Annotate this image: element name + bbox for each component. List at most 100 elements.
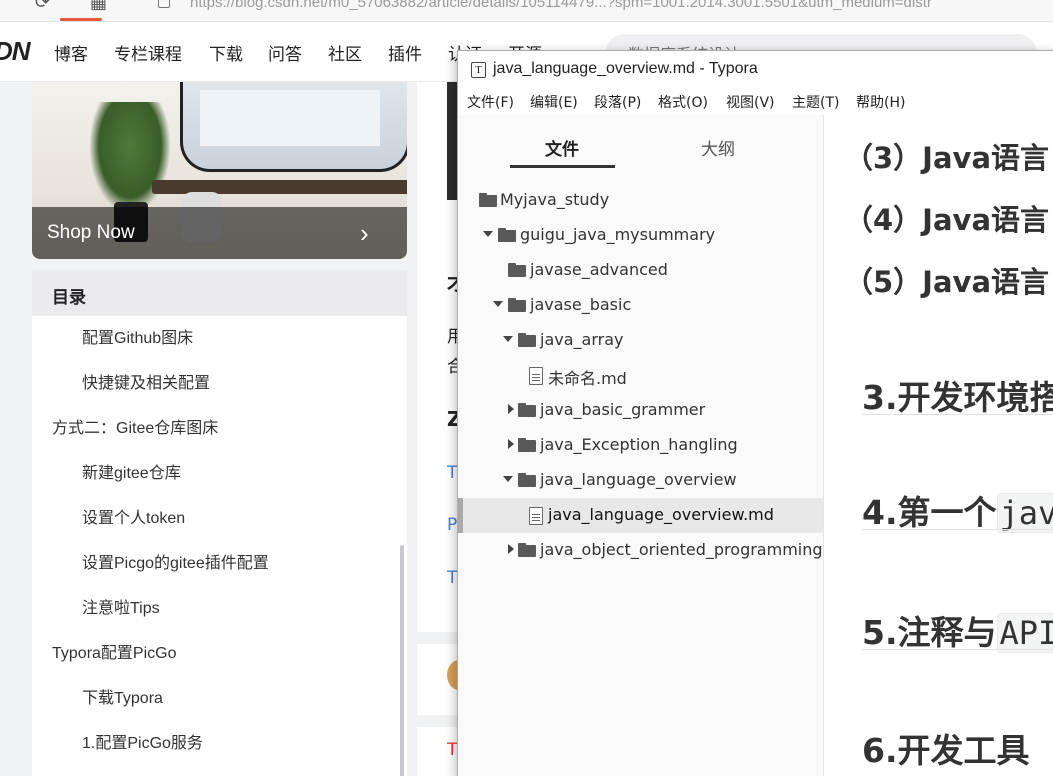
typora-titlebar[interactable]: T java_language_overview.md - Typora	[458, 51, 1053, 89]
heading-2[interactable]: 5.注释与API	[862, 606, 1053, 654]
url-field[interactable]: https://blog.csdn.net/m0_57063882/articl…	[190, 0, 932, 11]
toc-item[interactable]: 配置Github图床	[82, 324, 193, 348]
article-link-fragment[interactable]: P	[447, 515, 457, 535]
tree-label: java_object_oriented_programming	[540, 540, 823, 559]
nav-plugins[interactable]: 插件	[388, 40, 422, 65]
folder-icon	[508, 298, 526, 312]
file-sidebar: 文件 大纲 Myjava_study guigu_java_mysummary …	[458, 115, 824, 776]
toc-title: 目录	[32, 270, 407, 316]
tree-folder-javase-advanced[interactable]: javase_advanced	[458, 253, 823, 288]
toc-item[interactable]: 注意啦Tips	[82, 594, 160, 618]
heading-2-code: API	[996, 613, 1053, 653]
menu-theme[interactable]: 主题(T)	[792, 92, 839, 112]
ad-banner[interactable]: Shop Now ›	[32, 82, 407, 259]
toc-item[interactable]: 设置Picgo的gitee插件配置	[82, 549, 269, 573]
menu-file[interactable]: 文件(F)	[467, 92, 514, 112]
tree-folder-java-exception[interactable]: java_Exception_hangling	[458, 428, 823, 463]
tree-label: java_array	[540, 330, 624, 349]
browser-address-bar: ⟳ ▦ https://blog.csdn.net/m0_57063882/ar…	[0, 0, 1053, 22]
monitor-screen-image	[200, 90, 380, 146]
toc-item[interactable]: 设置个人token	[82, 504, 185, 528]
toc-item[interactable]: Typora配置PicGo	[52, 639, 177, 663]
tree-file-untitled[interactable]: 未命名.md	[458, 358, 823, 393]
nav-blog[interactable]: 博客	[54, 40, 88, 65]
menu-view[interactable]: 视图(V)	[726, 92, 775, 112]
menu-help[interactable]: 帮助(H)	[856, 92, 905, 112]
tree-label: 未命名.md	[548, 369, 627, 388]
heading-underline	[862, 414, 1053, 415]
active-tab-underline	[510, 165, 615, 168]
tab-files[interactable]: 文件	[545, 135, 579, 160]
heading-2-text: 4.第一个	[862, 493, 997, 532]
chevron-down-icon[interactable]	[493, 301, 503, 307]
tree-folder-myjava-study[interactable]: Myjava_study	[458, 183, 823, 218]
folder-icon	[479, 193, 497, 207]
nav-community[interactable]: 社区	[328, 40, 362, 65]
chevron-right-icon[interactable]	[508, 439, 514, 449]
heading-2[interactable]: 4.第一个java	[862, 486, 1053, 534]
typora-app-icon: T	[471, 62, 486, 78]
menu-format[interactable]: 格式(O)	[658, 92, 708, 112]
heading-3[interactable]: （3）Java语言	[844, 135, 1049, 177]
chevron-right-icon[interactable]: ›	[360, 218, 369, 249]
toc-item[interactable]: 新建gitee仓库	[82, 459, 181, 483]
heading-2[interactable]: 3.开发环境搭	[862, 371, 1053, 419]
chevron-down-icon[interactable]	[483, 231, 493, 237]
menu-edit[interactable]: 编辑(E)	[530, 92, 578, 112]
chevron-right-icon[interactable]	[508, 404, 514, 414]
folder-icon	[518, 473, 536, 487]
file-icon	[529, 367, 543, 385]
tree-label: java_language_overview.md	[548, 505, 774, 524]
tree-folder-java-array[interactable]: java_array	[458, 323, 823, 358]
tree-label: java_Exception_hangling	[540, 435, 738, 454]
editor-pane[interactable]: （3）Java语言 （4）Java语言 （5）Java语言 3.开发环境搭 4.…	[824, 115, 1053, 776]
heading-2[interactable]: 6.开发工具	[862, 724, 1030, 772]
nav-courses[interactable]: 专栏课程	[114, 40, 182, 65]
tree-folder-java-language-overview[interactable]: java_language_overview	[458, 463, 823, 498]
article-text-fragment[interactable]: T	[447, 740, 457, 760]
folder-icon	[518, 438, 536, 452]
heading-3[interactable]: （4）Java语言	[844, 197, 1049, 239]
lock-icon	[158, 0, 170, 8]
tree-label: java_language_overview	[540, 470, 737, 489]
typora-window: T java_language_overview.md - Typora 文件(…	[457, 50, 1053, 776]
chevron-down-icon[interactable]	[503, 476, 513, 482]
toc-item[interactable]: 快捷键及相关配置	[82, 369, 210, 393]
tree-folder-guigu[interactable]: guigu_java_mysummary	[458, 218, 823, 253]
shop-now-label[interactable]: Shop Now	[47, 222, 135, 244]
article-link-fragment[interactable]: T	[447, 568, 457, 588]
window-title: java_language_overview.md - Typora	[493, 60, 758, 77]
menu-paragraph[interactable]: 段落(P)	[594, 92, 641, 112]
tab-outline[interactable]: 大纲	[701, 135, 735, 160]
csdn-logo[interactable]: DN	[0, 36, 31, 67]
tree-label: Myjava_study	[500, 190, 610, 209]
tree-label: java_basic_grammer	[540, 400, 706, 419]
article-link-fragment[interactable]: T	[447, 463, 457, 483]
heading-3[interactable]: （5）Java语言	[844, 259, 1049, 301]
tree-folder-java-oop[interactable]: java_object_oriented_programming	[458, 533, 823, 568]
tree-label: javase_basic	[530, 295, 632, 314]
file-icon	[529, 507, 543, 525]
toc-item[interactable]: 下载Typora	[82, 684, 163, 708]
tree-folder-java-basic-grammer[interactable]: java_basic_grammer	[458, 393, 823, 428]
toc-item[interactable]: 1.配置PicGo服务	[82, 729, 203, 753]
toc-scrollbar[interactable]	[400, 545, 404, 776]
folder-icon	[518, 403, 536, 417]
active-tab-indicator	[60, 18, 102, 21]
nav-qa[interactable]: 问答	[268, 40, 302, 65]
heading-underline	[862, 529, 1053, 530]
folder-icon	[498, 228, 516, 242]
toc-item[interactable]: 方式二：Gitee仓库图床	[52, 414, 218, 438]
menubar: 文件(F) 编辑(E) 段落(P) 格式(O) 视图(V) 主题(T) 帮助(H…	[458, 89, 1053, 115]
tree-file-java-language-overview-md[interactable]: java_language_overview.md	[458, 498, 823, 533]
chevron-down-icon[interactable]	[503, 336, 513, 342]
plant-image	[90, 102, 170, 212]
heading-2-text: 5.注释与	[862, 613, 997, 652]
tree-folder-javase-basic[interactable]: javase_basic	[458, 288, 823, 323]
folder-icon	[518, 543, 536, 557]
chevron-right-icon[interactable]	[508, 544, 514, 554]
tab-grid-icon[interactable]: ▦	[90, 0, 107, 13]
reload-icon[interactable]: ⟳	[35, 0, 50, 13]
nav-download[interactable]: 下载	[209, 40, 243, 65]
folder-icon	[508, 263, 526, 277]
